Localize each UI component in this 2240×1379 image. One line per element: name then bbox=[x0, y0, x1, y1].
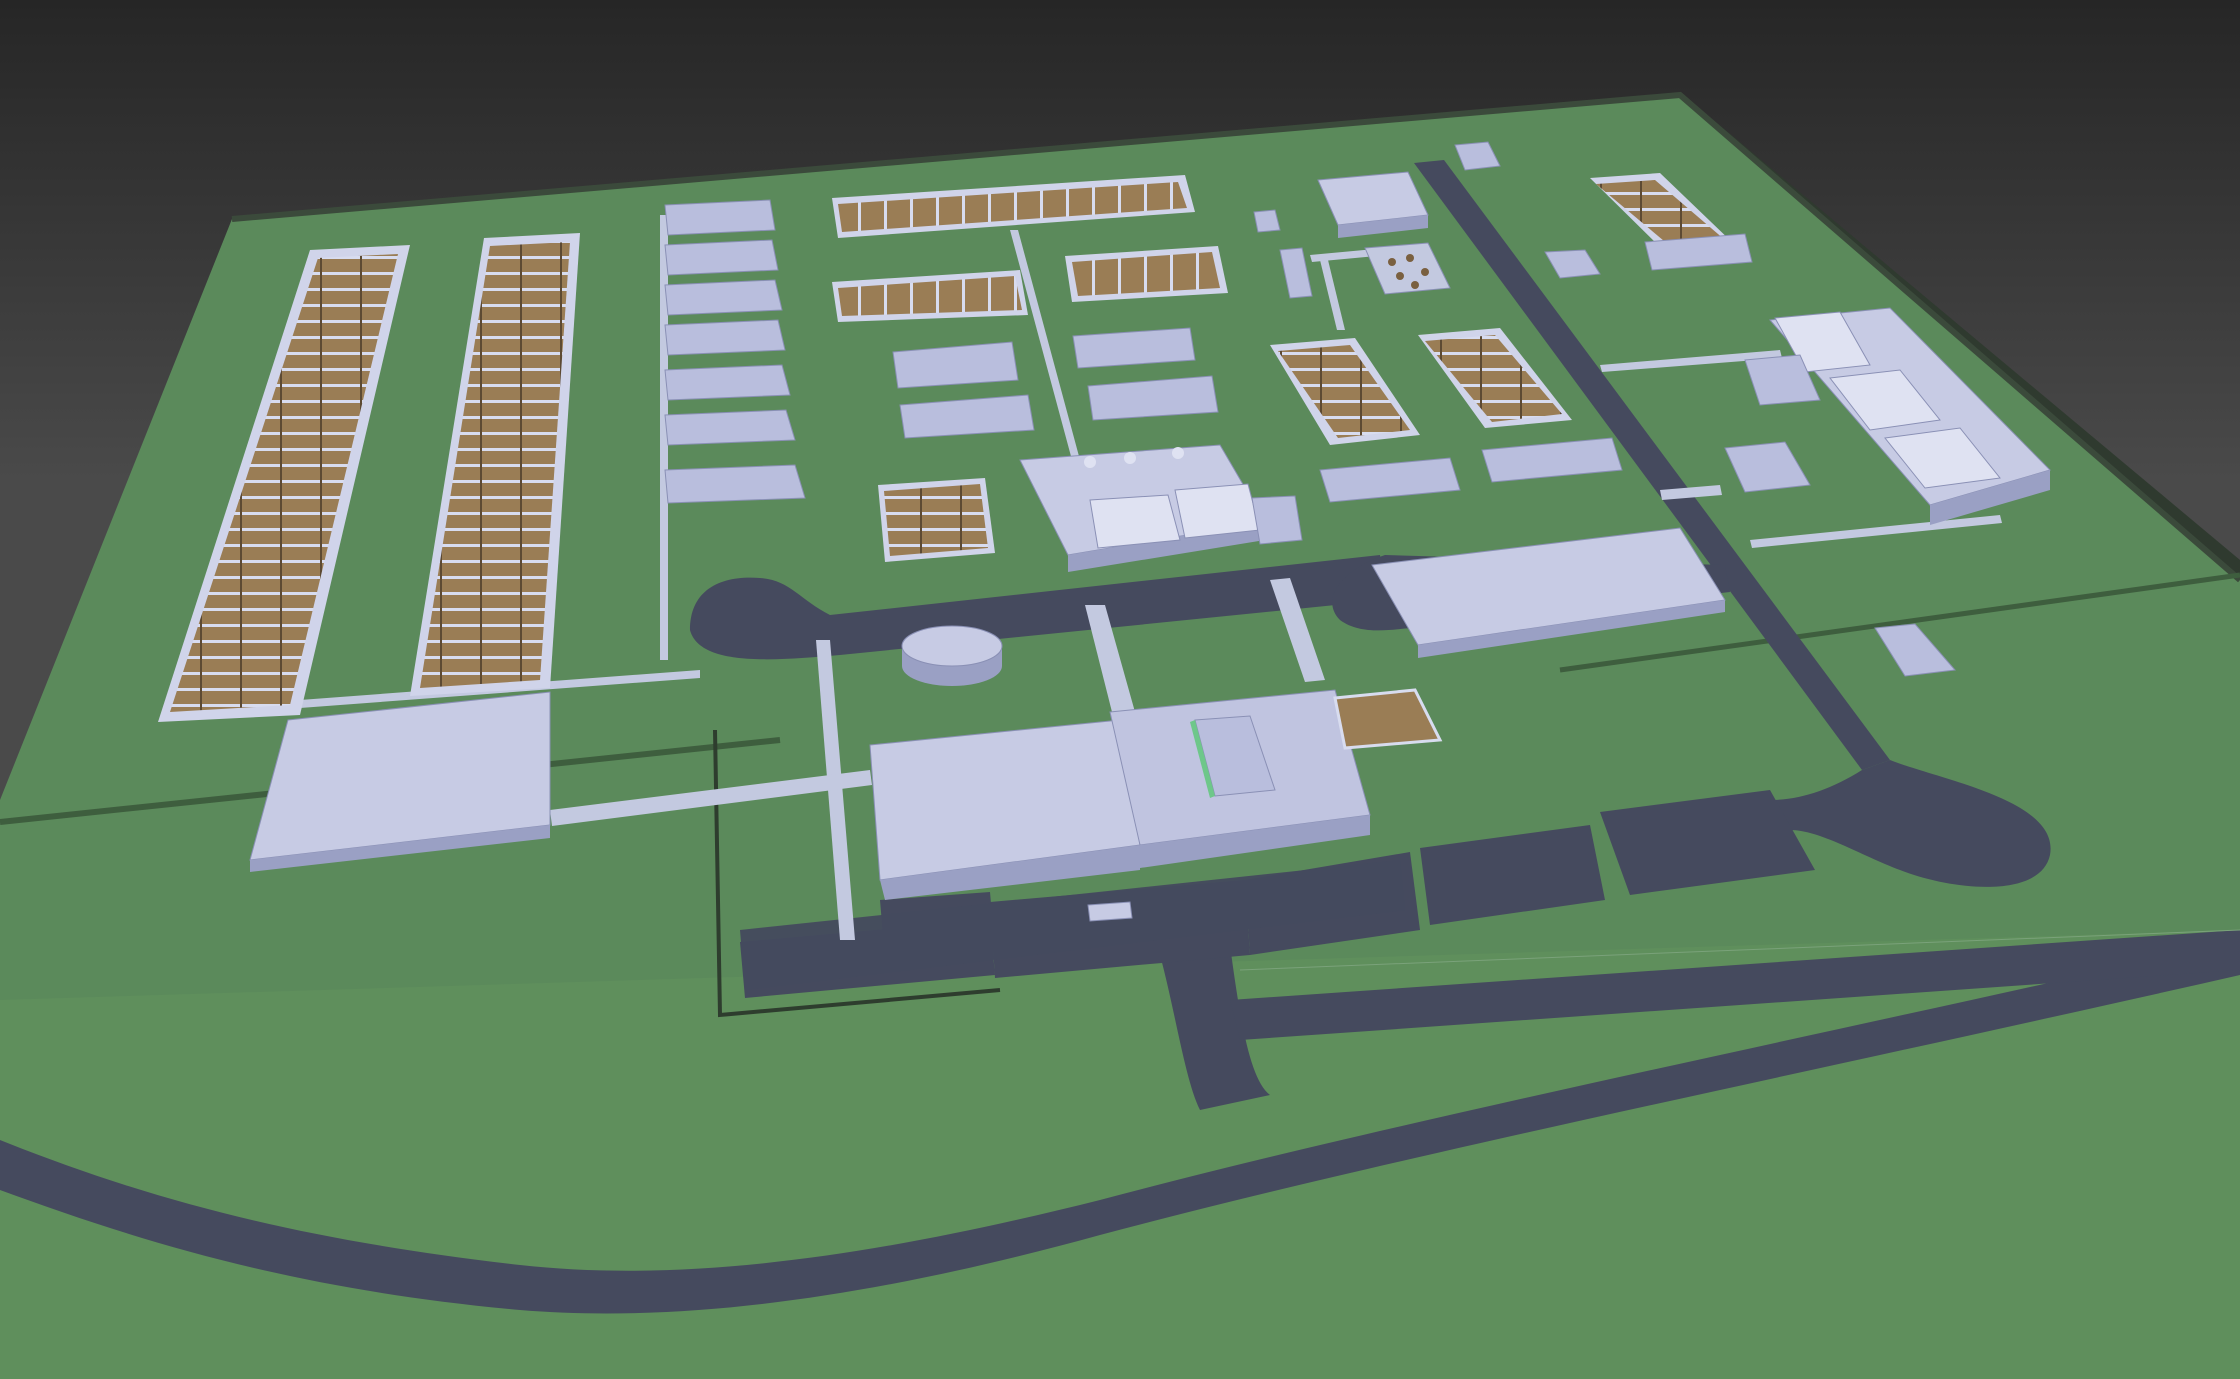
site-model-canvas bbox=[0, 0, 2240, 1379]
guardhouse bbox=[1087, 901, 1133, 922]
round-tank bbox=[901, 625, 1003, 686]
pen-block-lab-west bbox=[878, 478, 995, 562]
lawn-south bbox=[0, 930, 2240, 1379]
3d-viewport[interactable] bbox=[0, 0, 2240, 1379]
